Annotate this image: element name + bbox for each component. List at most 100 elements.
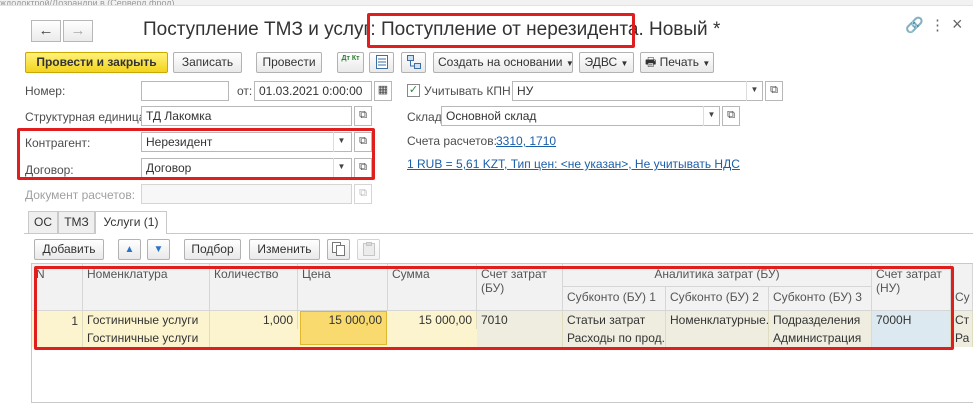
header-subconto-3[interactable]: Субконто (БУ) 3 xyxy=(769,287,872,311)
link-icon[interactable]: 🔗 xyxy=(905,16,924,36)
dt-kt-button[interactable]: Дт Кт xyxy=(337,52,364,73)
header-cost-account-bu[interactable]: Счет затрат (БУ) xyxy=(477,264,563,311)
header-n[interactable]: N xyxy=(32,264,83,311)
tab-services[interactable]: Услуги (1) xyxy=(95,211,167,234)
window-top-strip: ждодоктрой/Дозрандри в (Серверд фрод) xyxy=(0,0,973,6)
contractor-open-button[interactable]: ⧉ xyxy=(354,132,372,152)
page-title: Поступление ТМЗ и услуг: Поступление от … xyxy=(143,16,720,44)
settlement-doc-open-button[interactable]: ⧉ xyxy=(354,184,372,204)
calendar-button[interactable]: ▦ xyxy=(374,81,392,101)
cell-quantity[interactable]: 1,000 xyxy=(210,311,298,329)
cell-n[interactable]: 1 xyxy=(32,311,83,347)
cell-subconto-1[interactable]: Статьи затрат xyxy=(563,311,666,329)
warehouse-open-button[interactable]: ⧉ xyxy=(722,106,740,126)
cell-nomenclature-line2[interactable]: Гостиничные услуги xyxy=(83,329,210,347)
cell-nomenclature[interactable]: Гостиничные услуги xyxy=(83,311,210,329)
date-input[interactable]: 01.03.2021 0:00:00 xyxy=(254,81,372,101)
header-subconto-1[interactable]: Субконто (БУ) 1 xyxy=(563,287,666,311)
kpn-checkbox[interactable]: ✓ xyxy=(407,84,420,97)
structure-button[interactable] xyxy=(401,52,426,73)
close-icon[interactable]: × xyxy=(952,14,963,34)
paste-button[interactable] xyxy=(357,239,380,260)
back-button[interactable]: ← xyxy=(31,20,61,42)
edvs-button[interactable]: ЭДВС ▼ xyxy=(579,52,634,73)
chevron-down-icon: ▼ xyxy=(620,59,629,68)
tab-tmz[interactable]: ТМЗ xyxy=(58,211,95,233)
contractor-dropdown-button[interactable]: ▼ xyxy=(333,132,349,152)
number-label: Номер: xyxy=(25,84,66,98)
cell-subconto-cut[interactable]: Ст xyxy=(951,311,973,329)
cell-subconto-2-line2[interactable] xyxy=(666,329,769,347)
header-subconto-2[interactable]: Субконто (БУ) 2 xyxy=(666,287,769,311)
header-nomenclature[interactable]: Номенклатура xyxy=(83,264,210,311)
dt-kt-icon: Дт Кт xyxy=(341,55,360,62)
more-icon[interactable]: ⋮ xyxy=(930,16,945,36)
print-button[interactable]: 🖶 Печать ▼ xyxy=(640,52,714,73)
rate-link[interactable]: 1 RUB = 5,61 KZT, Тип цен: <не указан>, … xyxy=(407,157,740,171)
arrow-up-icon: ▲ xyxy=(124,244,135,255)
accounts-label: Счета расчетов: xyxy=(407,134,497,148)
warehouse-dropdown-button[interactable]: ▼ xyxy=(703,106,719,126)
number-input[interactable] xyxy=(141,81,229,101)
contract-open-button[interactable]: ⧉ xyxy=(354,158,372,178)
contract-dropdown-button[interactable]: ▼ xyxy=(333,158,349,178)
header-price[interactable]: Цена xyxy=(298,264,388,311)
chevron-down-icon: ▼ xyxy=(707,110,716,119)
change-button[interactable]: Изменить xyxy=(249,239,320,260)
open-icon: ⧉ xyxy=(770,84,778,96)
unit-open-button[interactable]: ⧉ xyxy=(354,106,372,126)
cell-subconto-3[interactable]: Подразделения xyxy=(769,311,872,329)
open-icon: ⧉ xyxy=(359,135,367,147)
cell-subconto-2[interactable]: Номенклатурные... xyxy=(666,311,769,329)
contractor-label: Контрагент: xyxy=(25,136,91,150)
create-based-on-label: Создать на основании xyxy=(438,55,563,69)
contractor-input[interactable]: Нерезидент xyxy=(141,132,352,152)
add-row-button[interactable]: Добавить xyxy=(34,239,104,260)
header-quantity[interactable]: Количество xyxy=(210,264,298,311)
unit-input[interactable]: ТД Лакомка xyxy=(141,106,352,126)
cell-subconto-cut-line2[interactable]: Ра xyxy=(951,329,973,347)
chevron-down-icon: ▼ xyxy=(337,162,346,171)
tab-os[interactable]: ОС xyxy=(28,211,58,233)
move-down-button[interactable]: ▼ xyxy=(147,239,170,260)
check-icon: ✓ xyxy=(408,84,419,96)
settlement-doc-label: Документ расчетов: xyxy=(25,188,136,202)
forward-button[interactable]: → xyxy=(63,20,93,42)
cell-cost-account-bu[interactable]: 7010 xyxy=(477,311,563,347)
warehouse-input[interactable]: Основной склад xyxy=(441,106,720,126)
copy-button[interactable] xyxy=(327,239,350,260)
save-button[interactable]: Записать xyxy=(173,52,242,73)
title-operation: Поступление от нерезидента xyxy=(380,19,639,40)
kpn-dropdown-button[interactable]: ▼ xyxy=(746,81,762,101)
edvs-label: ЭДВС xyxy=(584,55,618,69)
cell-sum[interactable]: 15 000,00 xyxy=(388,311,477,329)
chevron-down-icon: ▼ xyxy=(337,136,346,145)
settlement-doc-input[interactable] xyxy=(141,184,352,204)
list-button[interactable] xyxy=(369,52,394,73)
cell-cost-account-nu[interactable]: 7000Н xyxy=(872,311,951,347)
header-cost-account-nu[interactable]: Счет затрат (НУ) xyxy=(872,264,951,311)
cell-price[interactable]: 15 000,00 xyxy=(300,311,387,345)
open-icon: ⧉ xyxy=(727,109,735,121)
arrow-right-icon: → xyxy=(70,22,86,39)
header-subconto-cut[interactable]: Су xyxy=(951,264,973,311)
accounts-link[interactable]: 3310, 1710 xyxy=(496,134,556,148)
kpn-label: Учитывать КПН xyxy=(424,84,511,98)
post-button[interactable]: Провести xyxy=(256,52,322,73)
open-icon: ⧉ xyxy=(359,187,367,199)
kpn-open-button[interactable]: ⧉ xyxy=(765,81,783,101)
arrow-down-icon: ▼ xyxy=(153,244,164,255)
create-based-on-button[interactable]: Создать на основании ▼ xyxy=(433,52,574,73)
arrow-left-icon: ← xyxy=(38,22,54,39)
select-button[interactable]: Подбор xyxy=(184,239,241,260)
cell-subconto-3-line2[interactable]: Администрация xyxy=(769,329,872,347)
post-and-close-button[interactable]: Провести и закрыть xyxy=(25,52,168,73)
cell-subconto-1-line2[interactable]: Расходы по прод... xyxy=(563,329,666,347)
kpn-select[interactable]: НУ xyxy=(512,81,763,101)
header-analytics-bu[interactable]: Аналитика затрат (БУ) xyxy=(563,264,872,287)
header-sum[interactable]: Сумма xyxy=(388,264,477,311)
contract-input[interactable]: Договор xyxy=(141,158,352,178)
open-icon: ⧉ xyxy=(359,109,367,121)
move-up-button[interactable]: ▲ xyxy=(118,239,141,260)
title-doc-type: Поступление ТМЗ и услуг: xyxy=(143,19,381,40)
